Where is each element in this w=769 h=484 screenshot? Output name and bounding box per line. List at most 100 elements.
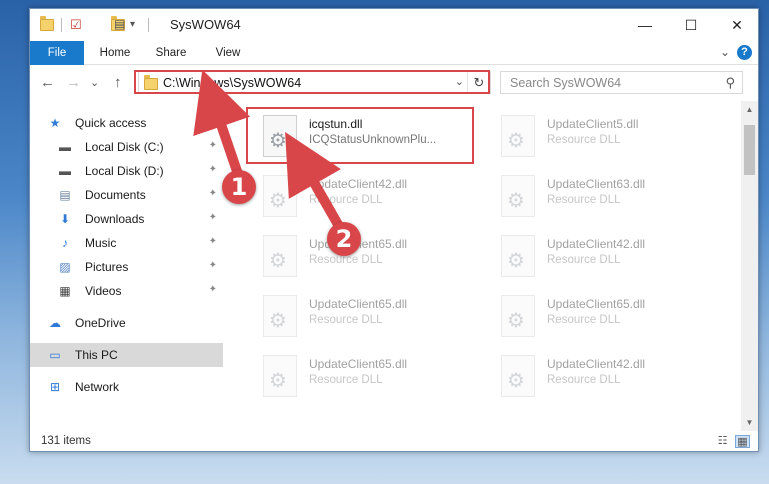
sidebar-item-network[interactable]: ⊞ Network <box>30 375 223 399</box>
chevron-down-icon[interactable]: ▾ <box>130 19 135 35</box>
close-button[interactable]: ✕ <box>714 9 760 41</box>
recent-locations-button[interactable]: ⌄ <box>90 76 99 89</box>
file-item[interactable]: UpdateClient42.dll Resource DLL <box>487 347 717 405</box>
scroll-up-icon[interactable]: ▲ <box>741 105 758 114</box>
sidebar-item-label: Local Disk (D:) <box>85 164 164 178</box>
help-icon[interactable]: ? <box>737 45 752 60</box>
sidebar-item-label: OneDrive <box>75 316 126 330</box>
step-badge-2: 2 <box>327 222 361 256</box>
pin-icon[interactable]: ✦ <box>209 188 217 199</box>
ribbon-tabs: File Home Share View ⌄ ? <box>30 41 758 65</box>
vertical-scrollbar[interactable]: ▲ ▼ <box>741 101 758 431</box>
status-bar: 131 items ☷ ▦ <box>30 431 758 453</box>
file-name: UpdateClient42.dll <box>309 177 408 191</box>
file-name: UpdateClient42.dll <box>547 357 646 371</box>
dll-file-icon <box>263 175 297 217</box>
item-count: 131 items <box>41 435 91 447</box>
sidebar-item-label: This PC <box>75 348 118 362</box>
step-badge-1: 1 <box>222 170 256 204</box>
tab-share[interactable]: Share <box>148 41 194 65</box>
sidebar-item-onedrive[interactable]: ☁ OneDrive <box>30 311 223 335</box>
file-item[interactable]: UpdateClient42.dll Resource DLL <box>249 167 479 225</box>
file-item[interactable]: UpdateClient65.dll Resource DLL <box>249 287 479 345</box>
dll-file-icon <box>501 175 535 217</box>
dll-file-icon <box>263 355 297 397</box>
sidebar-item-label: Downloads <box>85 212 145 226</box>
large-icons-view-icon[interactable]: ▦ <box>735 435 750 448</box>
dll-file-icon <box>501 235 535 277</box>
expand-ribbon-icon[interactable]: ⌄ <box>720 45 730 59</box>
cloud-icon: ☁ <box>49 316 61 330</box>
sidebar-item-music[interactable]: ♪ Music ✦ <box>30 231 223 255</box>
pin-icon[interactable]: ✦ <box>209 164 217 175</box>
download-icon: ⬇ <box>59 212 71 226</box>
file-type: Resource DLL <box>547 134 621 146</box>
pictures-icon: ▨ <box>59 260 71 274</box>
tab-file[interactable]: File <box>30 41 84 65</box>
sidebar-item-local-disk-d[interactable]: ▬ Local Disk (D:) ✦ <box>30 159 223 183</box>
customize-quick-access-icon[interactable]: ▤ <box>114 17 125 33</box>
divider <box>61 18 62 32</box>
sidebar-item-local-disk-c[interactable]: ▬ Local Disk (C:) ✦ <box>30 135 223 159</box>
file-item[interactable]: UpdateClient65.dll Resource DLL <box>487 287 717 345</box>
scroll-down-icon[interactable]: ▼ <box>741 418 758 427</box>
sidebar-item-downloads[interactable]: ⬇ Downloads ✦ <box>30 207 223 231</box>
search-input[interactable]: Search SysWOW64 ⚲ <box>500 71 743 94</box>
file-type: Resource DLL <box>309 374 383 386</box>
folder-icon <box>40 16 54 31</box>
sidebar-item-videos[interactable]: ▦ Videos ✦ <box>30 279 223 303</box>
file-name: UpdateClient65.dll <box>309 297 408 311</box>
videos-icon: ▦ <box>59 284 71 298</box>
search-icon: ⚲ <box>725 75 735 90</box>
up-button[interactable]: ↑ <box>114 74 122 91</box>
pin-icon[interactable]: ✦ <box>209 140 217 151</box>
file-type: Resource DLL <box>547 254 621 266</box>
file-item[interactable]: UpdateClient65.dllResource DLL <box>249 347 479 405</box>
maximize-button[interactable]: ☐ <box>668 9 714 41</box>
file-type: Resource DLL <box>547 194 621 206</box>
file-item[interactable]: UpdateClient42.dll Resource DLL <box>487 227 717 285</box>
file-item[interactable]: UpdateClient65.dllResource DLL <box>249 227 479 285</box>
sidebar-item-label: Documents <box>85 188 146 202</box>
scrollbar-thumb[interactable] <box>744 125 755 175</box>
star-icon: ★ <box>49 116 61 130</box>
file-item[interactable]: UpdateClient5.dll Resource DLL <box>487 107 717 165</box>
back-button[interactable]: ← <box>40 74 55 91</box>
file-name: UpdateClient63.dll <box>547 177 646 191</box>
tab-view[interactable]: View <box>206 41 250 65</box>
sidebar-item-quick-access[interactable]: ★ Quick access <box>30 111 223 135</box>
documents-icon: ▤ <box>59 188 71 202</box>
pin-icon[interactable]: ✦ <box>209 236 217 247</box>
forward-button[interactable]: → <box>66 74 81 91</box>
file-type: Resource DLL <box>547 314 621 326</box>
sidebar-item-documents[interactable]: ▤ Documents ✦ <box>30 183 223 207</box>
file-highlight <box>246 107 474 164</box>
file-type: Resource DLL <box>309 314 383 326</box>
file-name: UpdateClient42.dll <box>547 237 646 251</box>
divider <box>148 18 149 32</box>
computer-icon: ▭ <box>49 348 61 362</box>
search-placeholder: Search SysWOW64 <box>510 76 622 90</box>
pin-icon[interactable]: ✦ <box>209 284 217 295</box>
drive-icon: ▬ <box>59 140 71 154</box>
details-view-icon[interactable]: ☷ <box>715 435 730 448</box>
sidebar-item-label: Videos <box>85 284 122 298</box>
dll-file-icon <box>263 295 297 337</box>
sidebar-item-label: Music <box>85 236 117 250</box>
sidebar-item-label: Pictures <box>85 260 129 274</box>
pin-icon[interactable]: ✦ <box>209 212 217 223</box>
sidebar-item-pictures[interactable]: ▨ Pictures ✦ <box>30 255 223 279</box>
sidebar-item-this-pc[interactable]: ▭ This PC <box>30 343 223 367</box>
navigation-pane: ★ Quick access ▬ Local Disk (C:) ✦ ▬ Local Dis… <box>30 101 223 431</box>
sidebar-item-label: Network <box>75 380 120 394</box>
properties-icon[interactable]: ☑ <box>70 17 82 33</box>
file-type: Resource DLL <box>309 194 383 206</box>
minimize-button[interactable]: — <box>622 9 668 41</box>
file-item[interactable]: UpdateClient63.dll Resource DLL <box>487 167 717 225</box>
tab-home[interactable]: Home <box>92 41 138 65</box>
address-highlight <box>134 70 490 94</box>
sidebar-item-label: Local Disk (C:) <box>85 140 164 154</box>
dll-file-icon <box>501 295 535 337</box>
pin-icon[interactable]: ✦ <box>209 260 217 271</box>
file-name: UpdateClient65.dll <box>547 297 646 311</box>
